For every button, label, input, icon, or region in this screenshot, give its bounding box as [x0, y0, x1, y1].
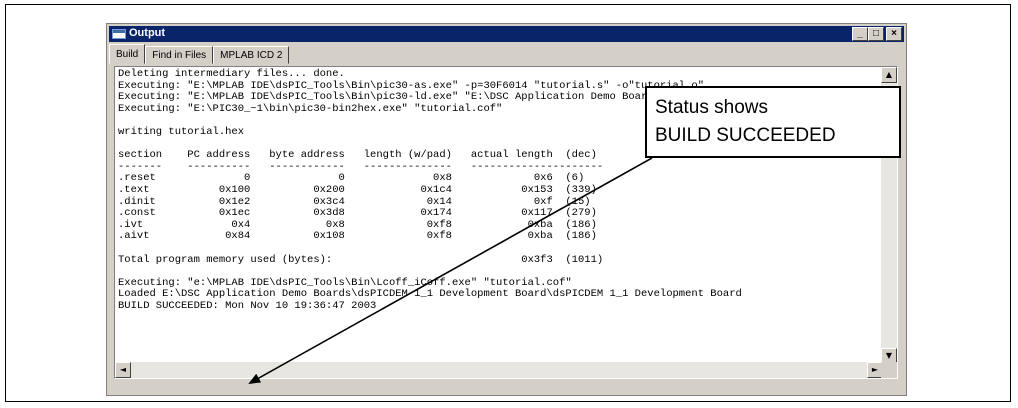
arrow-line: [248, 157, 653, 384]
callout-box: Status shows BUILD SUCCEEDED: [645, 86, 901, 158]
callout-line-2: BUILD SUCCEEDED: [655, 125, 836, 146]
callout-arrow: [248, 157, 653, 384]
callout-line-1: Status shows: [655, 97, 768, 118]
